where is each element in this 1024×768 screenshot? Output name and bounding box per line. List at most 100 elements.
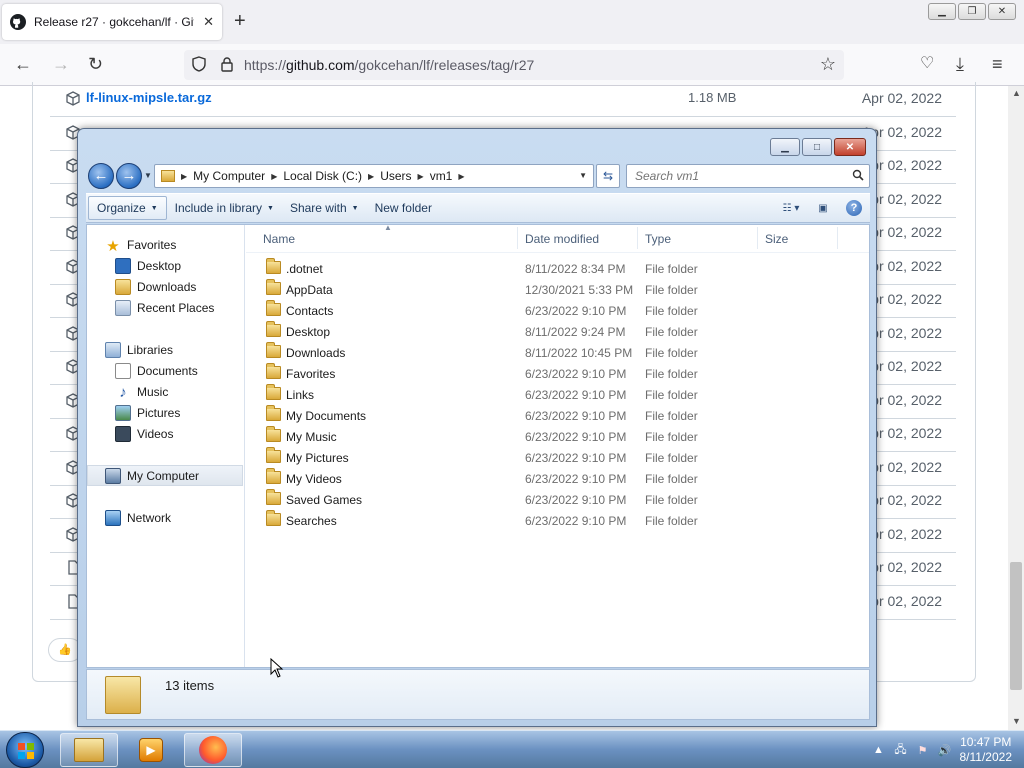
show-hidden-icons-icon[interactable]: ▲ bbox=[872, 743, 886, 757]
explorer-back-icon[interactable]: ← bbox=[88, 163, 114, 189]
back-icon[interactable]: ← bbox=[14, 54, 32, 74]
column-size[interactable]: Size bbox=[765, 232, 788, 246]
file-row[interactable]: Favorites 6/23/2022 9:10 PM File folder bbox=[246, 363, 869, 384]
file-name[interactable]: My Pictures bbox=[286, 451, 349, 465]
asset-name[interactable]: lf-linux-mipsle.tar.gz bbox=[86, 90, 212, 105]
start-button[interactable] bbox=[6, 732, 44, 768]
breadcrumb-arrow-icon[interactable]: ▶ bbox=[368, 172, 374, 181]
scroll-up-icon[interactable]: ▲ bbox=[1012, 88, 1021, 98]
file-name[interactable]: Favorites bbox=[286, 367, 335, 381]
file-row[interactable]: Desktop 8/11/2022 9:24 PM File folder bbox=[246, 321, 869, 342]
minimize-icon[interactable]: ▁ bbox=[928, 3, 956, 20]
column-divider[interactable] bbox=[837, 227, 838, 249]
action-center-icon[interactable]: ⚑ bbox=[916, 743, 930, 757]
restore-icon[interactable]: ❐ bbox=[958, 3, 986, 20]
breadcrumb-item[interactable]: vm1 bbox=[430, 169, 453, 183]
scrollbar-thumb[interactable] bbox=[1010, 562, 1022, 690]
organize-button[interactable]: Organize ▼ bbox=[88, 196, 167, 220]
column-name[interactable]: Name bbox=[263, 232, 295, 246]
scroll-down-icon[interactable]: ▼ bbox=[1012, 716, 1021, 726]
taskbar-firefox-button[interactable] bbox=[184, 733, 242, 767]
nav-videos[interactable]: Videos bbox=[87, 423, 243, 444]
lock-icon[interactable] bbox=[220, 56, 234, 72]
forward-icon[interactable]: → bbox=[52, 54, 70, 74]
nav-favorites[interactable]: ★ Favorites bbox=[87, 234, 243, 255]
file-row[interactable]: Searches 6/23/2022 9:10 PM File folder bbox=[246, 510, 869, 531]
explorer-forward-icon[interactable]: → bbox=[116, 163, 142, 189]
file-name[interactable]: My Videos bbox=[286, 472, 342, 486]
breadcrumb-item[interactable]: My Computer bbox=[193, 169, 265, 183]
column-divider[interactable] bbox=[517, 227, 518, 249]
volume-icon[interactable]: 🔊 bbox=[938, 743, 952, 757]
file-name[interactable]: Downloads bbox=[286, 346, 345, 360]
file-name[interactable]: .dotnet bbox=[286, 262, 323, 276]
nav-desktop[interactable]: Desktop bbox=[87, 255, 243, 276]
column-divider[interactable] bbox=[757, 227, 758, 249]
breadcrumb-arrow-icon[interactable]: ▶ bbox=[458, 172, 464, 181]
include-in-library-button[interactable]: Include in library ▼ bbox=[167, 196, 282, 220]
explorer-maximize-icon[interactable]: □ bbox=[802, 138, 832, 156]
column-date-modified[interactable]: Date modified bbox=[525, 232, 599, 246]
file-name[interactable]: Links bbox=[286, 388, 314, 402]
search-input[interactable] bbox=[627, 165, 847, 187]
address-dropdown-icon[interactable]: ▼ bbox=[579, 171, 587, 180]
file-row[interactable]: My Music 6/23/2022 9:10 PM File folder bbox=[246, 426, 869, 447]
help-icon[interactable]: ? bbox=[846, 200, 862, 216]
file-row[interactable]: My Documents 6/23/2022 9:10 PM File folder bbox=[246, 405, 869, 426]
page-scrollbar[interactable]: ▲ ▼ bbox=[1008, 86, 1024, 730]
browser-tab[interactable]: Release r27 · gokcehan/lf · GitHub ✕ bbox=[2, 4, 222, 40]
nav-network[interactable]: Network bbox=[87, 507, 243, 528]
file-name[interactable]: AppData bbox=[286, 283, 333, 297]
reload-icon[interactable]: ↻ bbox=[88, 54, 103, 74]
breadcrumb-item[interactable]: Local Disk (C:) bbox=[283, 169, 362, 183]
pocket-icon[interactable]: ♡ bbox=[920, 54, 934, 74]
view-options-icon[interactable]: ☷ ▾ bbox=[782, 199, 800, 217]
close-tab-icon[interactable]: ✕ bbox=[203, 14, 214, 30]
bookmark-star-icon[interactable]: ☆ bbox=[820, 54, 836, 75]
explorer-close-icon[interactable]: ✕ bbox=[834, 138, 866, 156]
breadcrumb-arrow-icon[interactable]: ▶ bbox=[181, 172, 187, 181]
network-tray-icon[interactable]: 🖧 bbox=[894, 743, 908, 757]
file-row[interactable]: Links 6/23/2022 9:10 PM File folder bbox=[246, 384, 869, 405]
refresh-icon[interactable]: ⇆ bbox=[596, 164, 620, 188]
tracking-shield-icon[interactable] bbox=[192, 56, 206, 72]
nav-recent-places[interactable]: Recent Places bbox=[87, 297, 243, 318]
search-icon[interactable] bbox=[852, 169, 864, 181]
file-row[interactable]: .dotnet 8/11/2022 8:34 PM File folder bbox=[246, 258, 869, 279]
file-row[interactable]: My Pictures 6/23/2022 9:10 PM File folder bbox=[246, 447, 869, 468]
file-row[interactable]: My Videos 6/23/2022 9:10 PM File folder bbox=[246, 468, 869, 489]
asset-row[interactable]: lf-linux-mipsle.tar.gz 1.18 MB Apr 02, 202… bbox=[50, 83, 956, 117]
nav-music[interactable]: ♪ Music bbox=[87, 381, 243, 402]
nav-pictures[interactable]: Pictures bbox=[87, 402, 243, 423]
nav-downloads[interactable]: Downloads bbox=[87, 276, 243, 297]
close-icon[interactable]: ✕ bbox=[988, 3, 1016, 20]
menu-icon[interactable]: ≡ bbox=[992, 54, 1003, 74]
nav-my-computer[interactable]: My Computer bbox=[87, 465, 243, 486]
taskbar-explorer-button[interactable] bbox=[60, 733, 118, 767]
breadcrumb-arrow-icon[interactable]: ▶ bbox=[271, 172, 277, 181]
column-type[interactable]: Type bbox=[645, 232, 671, 246]
share-with-button[interactable]: Share with ▼ bbox=[282, 196, 367, 220]
taskbar-media-player-button[interactable]: ▶ bbox=[122, 733, 180, 767]
file-name[interactable]: My Music bbox=[286, 430, 337, 444]
file-row[interactable]: Downloads 8/11/2022 10:45 PM File folder bbox=[246, 342, 869, 363]
file-name[interactable]: Contacts bbox=[286, 304, 333, 318]
url-text[interactable]: https://github.com/gokcehan/lf/releases/… bbox=[244, 57, 534, 73]
clock[interactable]: 10:47 PM 8/11/2022 bbox=[960, 735, 1013, 765]
nav-libraries[interactable]: Libraries bbox=[87, 339, 243, 360]
nav-documents[interactable]: Documents bbox=[87, 360, 243, 381]
preview-pane-icon[interactable]: ▣ bbox=[814, 199, 832, 217]
downloads-icon[interactable]: ⤓ bbox=[956, 54, 964, 74]
file-row[interactable]: AppData 12/30/2021 5:33 PM File folder bbox=[246, 279, 869, 300]
search-box[interactable] bbox=[626, 164, 870, 188]
file-name[interactable]: Searches bbox=[286, 514, 337, 528]
new-folder-button[interactable]: New folder bbox=[367, 196, 440, 220]
file-name[interactable]: Saved Games bbox=[286, 493, 362, 507]
file-name[interactable]: My Documents bbox=[286, 409, 366, 423]
recent-locations-icon[interactable]: ▼ bbox=[144, 171, 152, 180]
explorer-minimize-icon[interactable]: ▁ bbox=[770, 138, 800, 156]
new-tab-icon[interactable]: + bbox=[234, 10, 246, 32]
file-name[interactable]: Desktop bbox=[286, 325, 330, 339]
file-row[interactable]: Saved Games 6/23/2022 9:10 PM File folder bbox=[246, 489, 869, 510]
breadcrumb-arrow-icon[interactable]: ▶ bbox=[418, 172, 424, 181]
